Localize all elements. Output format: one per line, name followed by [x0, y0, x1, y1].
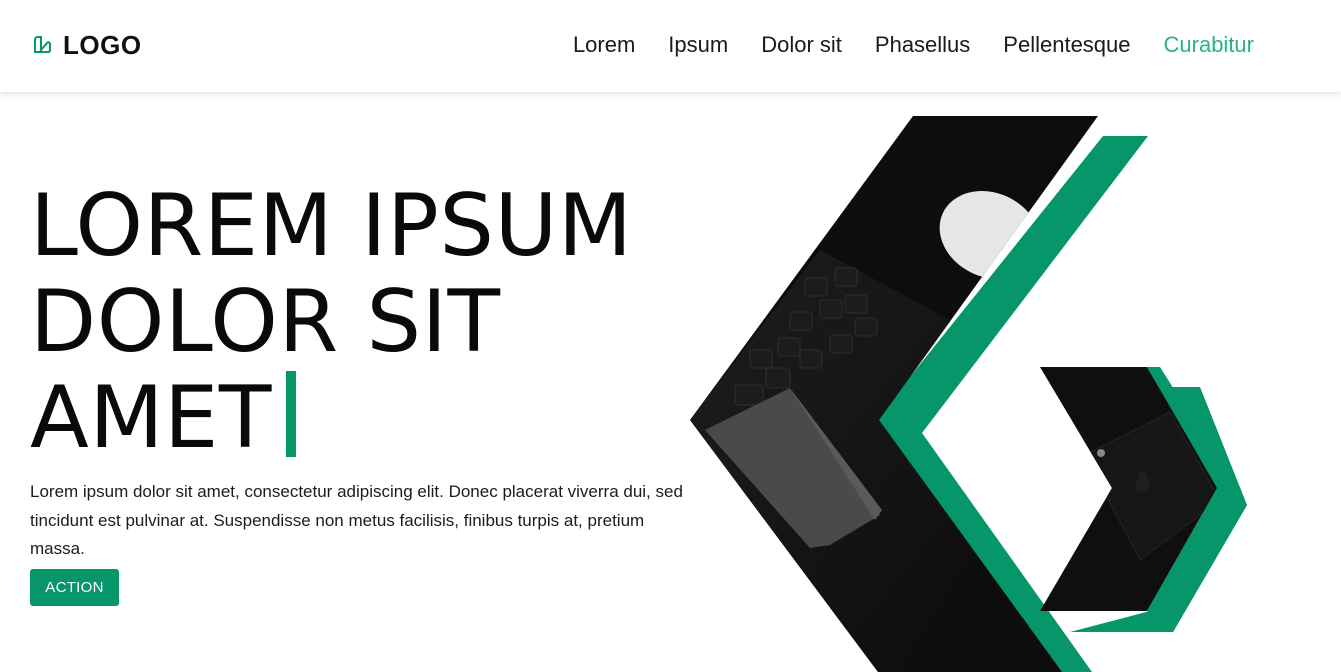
- nav-links: Lorem Ipsum Dolor sit Phasellus Pellente…: [573, 30, 1254, 60]
- hero-title-line-3-text: AMET: [30, 368, 272, 468]
- nav-link-phasellus[interactable]: Phasellus: [875, 32, 970, 57]
- logo-link[interactable]: LOGO: [31, 30, 142, 60]
- green-chevron-small: [1070, 387, 1247, 632]
- nav-link-lorem[interactable]: Lorem: [573, 32, 635, 57]
- logo-text: LOGO: [63, 30, 142, 60]
- text-cursor-bar: [285, 371, 296, 457]
- hero-title-line-3: AMET: [30, 370, 730, 466]
- leaf-book-icon: [34, 36, 51, 53]
- nav-link-dolor-sit[interactable]: Dolor sit: [761, 32, 842, 57]
- green-chevron-large: [873, 136, 1148, 672]
- hero-title-line-1: LOREM IPSUM: [30, 176, 633, 276]
- hero-description: Lorem ipsum dolor sit amet, consectetur …: [30, 482, 683, 558]
- nav-link-curabitur[interactable]: Curabitur: [1164, 32, 1254, 57]
- phone-photo: [1040, 367, 1217, 611]
- hero-title-line-2: DOLOR SIT: [30, 272, 501, 372]
- nav-link-pellentesque[interactable]: Pellentesque: [1003, 32, 1130, 57]
- hero-title: LOREM IPSUM DOLOR SIT AMET: [30, 178, 730, 466]
- nav-link-ipsum[interactable]: Ipsum: [668, 32, 728, 57]
- laptop-photo: [690, 116, 1098, 672]
- action-button[interactable]: ACTION: [30, 569, 119, 606]
- top-navbar: LOGO Lorem Ipsum Dolor sit Phasellus Pel…: [0, 0, 1341, 92]
